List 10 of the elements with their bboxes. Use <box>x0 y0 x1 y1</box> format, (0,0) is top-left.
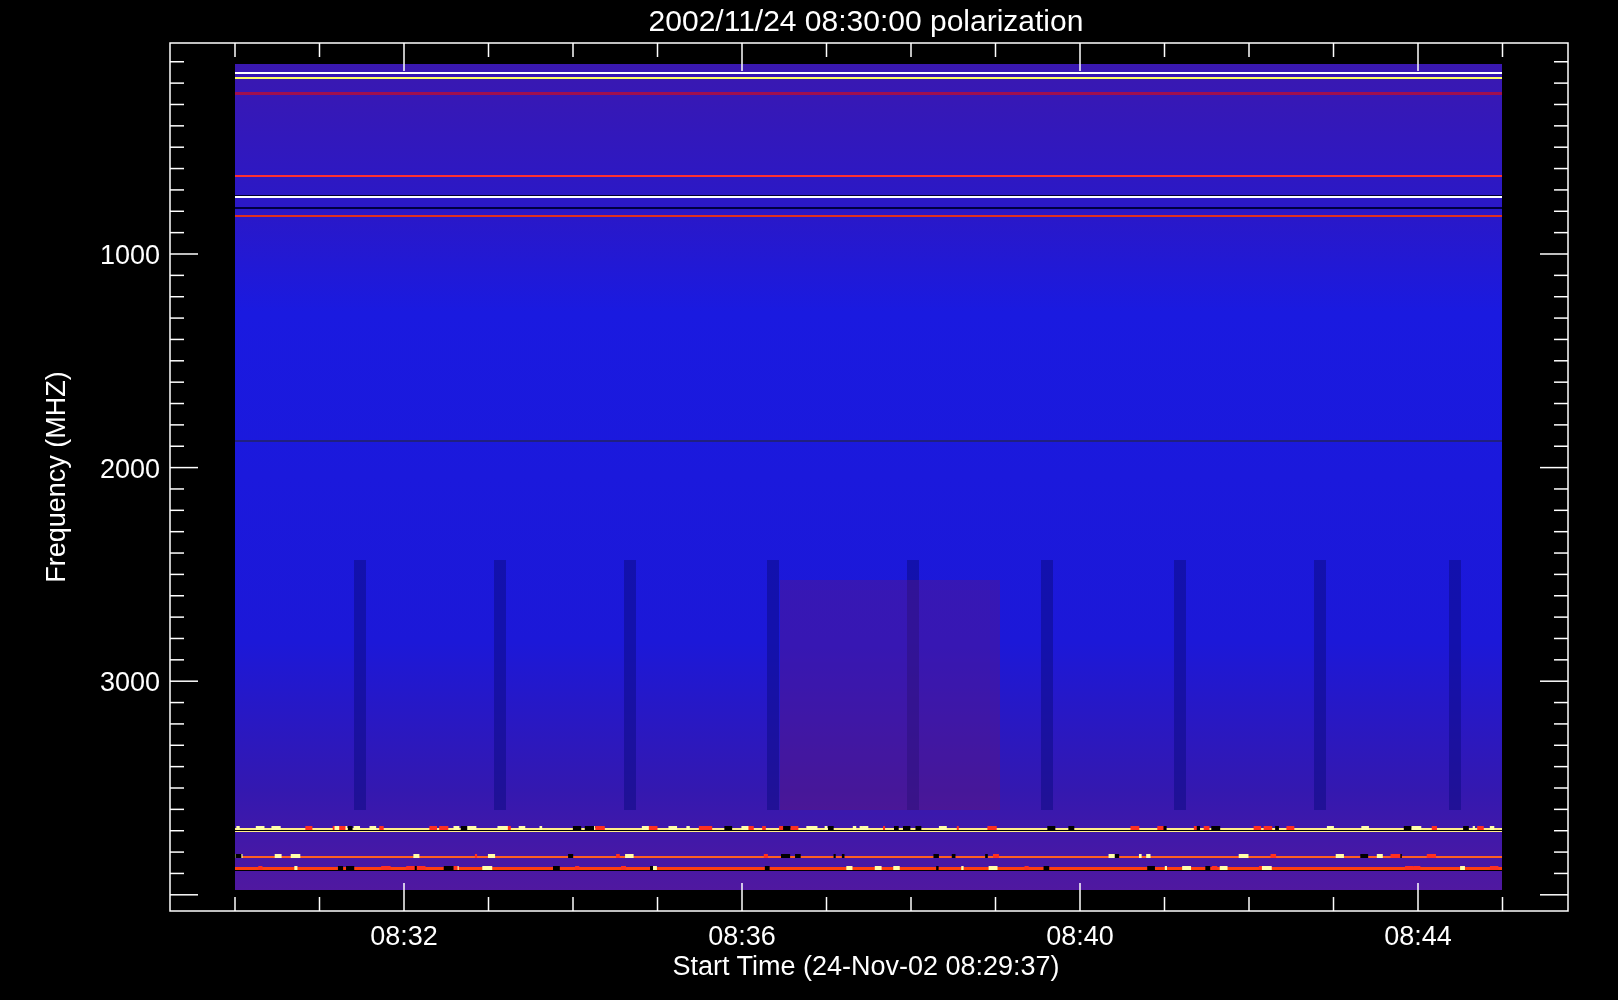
y-tick-label: 1000 <box>99 240 160 270</box>
chart-title: 2002/11/24 08:30:00 polarization <box>648 4 1084 37</box>
x-tick-label: 08:36 <box>708 921 776 951</box>
y-tick-label: 3000 <box>99 667 160 698</box>
x-tick-label: 08:40 <box>1046 921 1114 951</box>
x-tick-label: 08:44 <box>1384 921 1452 951</box>
y-tick-label: 2000 <box>99 453 160 484</box>
x-tick-label: 08:32 <box>370 921 438 951</box>
x-axis-label: Start Time (24-Nov-02 08:29:37) <box>672 951 1060 981</box>
y-axis-label: Frequency (MHZ) <box>41 371 71 583</box>
